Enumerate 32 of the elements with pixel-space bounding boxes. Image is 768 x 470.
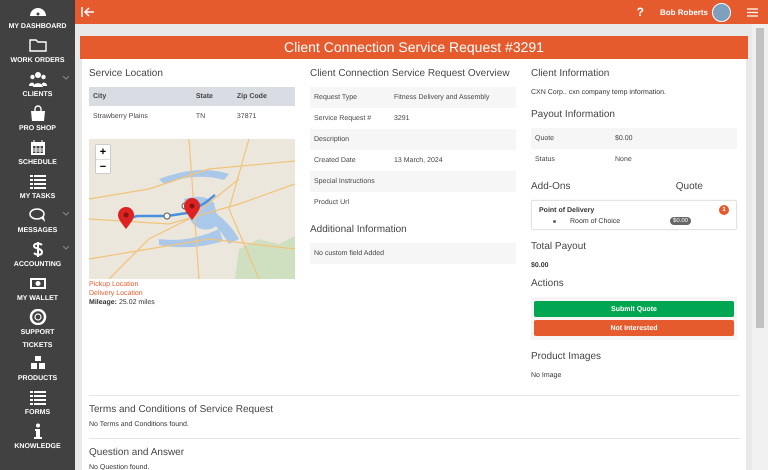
calendar-icon: [28, 139, 46, 155]
map-drawing[interactable]: [89, 139, 295, 279]
section-heading: Add-Ons: [531, 180, 570, 194]
collapse-icon[interactable]: [81, 7, 95, 17]
section-heading: Payout Information: [531, 108, 616, 122]
user-name: Bob Roberts: [660, 8, 708, 16]
banknote-icon: [28, 275, 46, 291]
section-heading: Actions: [531, 277, 565, 291]
section-heading: Terms and Conditions of Service Request: [89, 403, 274, 417]
people-icon: [28, 71, 46, 87]
cubes-icon: [28, 355, 46, 371]
help-button[interactable]: ?: [636, 5, 644, 19]
section-heading: Total Payout: [531, 240, 588, 254]
section-heading: Quote: [676, 180, 703, 194]
section-heading: Additional Information: [310, 223, 408, 237]
bullet-icon: [553, 220, 556, 222]
section-heading: Product Images: [531, 350, 602, 364]
menu-icon[interactable]: [747, 8, 758, 16]
section-heading: Question and Answer: [89, 446, 186, 460]
scrollbar[interactable]: [752, 24, 768, 470]
section-heading: Client Information: [531, 67, 610, 81]
section-heading: Service Location: [89, 67, 164, 81]
list-icon: [28, 173, 46, 189]
avatar[interactable]: [712, 2, 731, 22]
list-icon: [28, 389, 46, 405]
page-title: Client Connection Service Request #3291: [80, 36, 748, 59]
section-heading: Client Connection Service Request Overview: [310, 67, 511, 81]
shopping-bag-icon: [28, 105, 46, 121]
folder-icon: [28, 37, 46, 53]
lifebuoy-icon: [28, 309, 46, 325]
zoom-out-button[interactable]: −: [96, 159, 110, 173]
chat-icon: [28, 207, 46, 223]
